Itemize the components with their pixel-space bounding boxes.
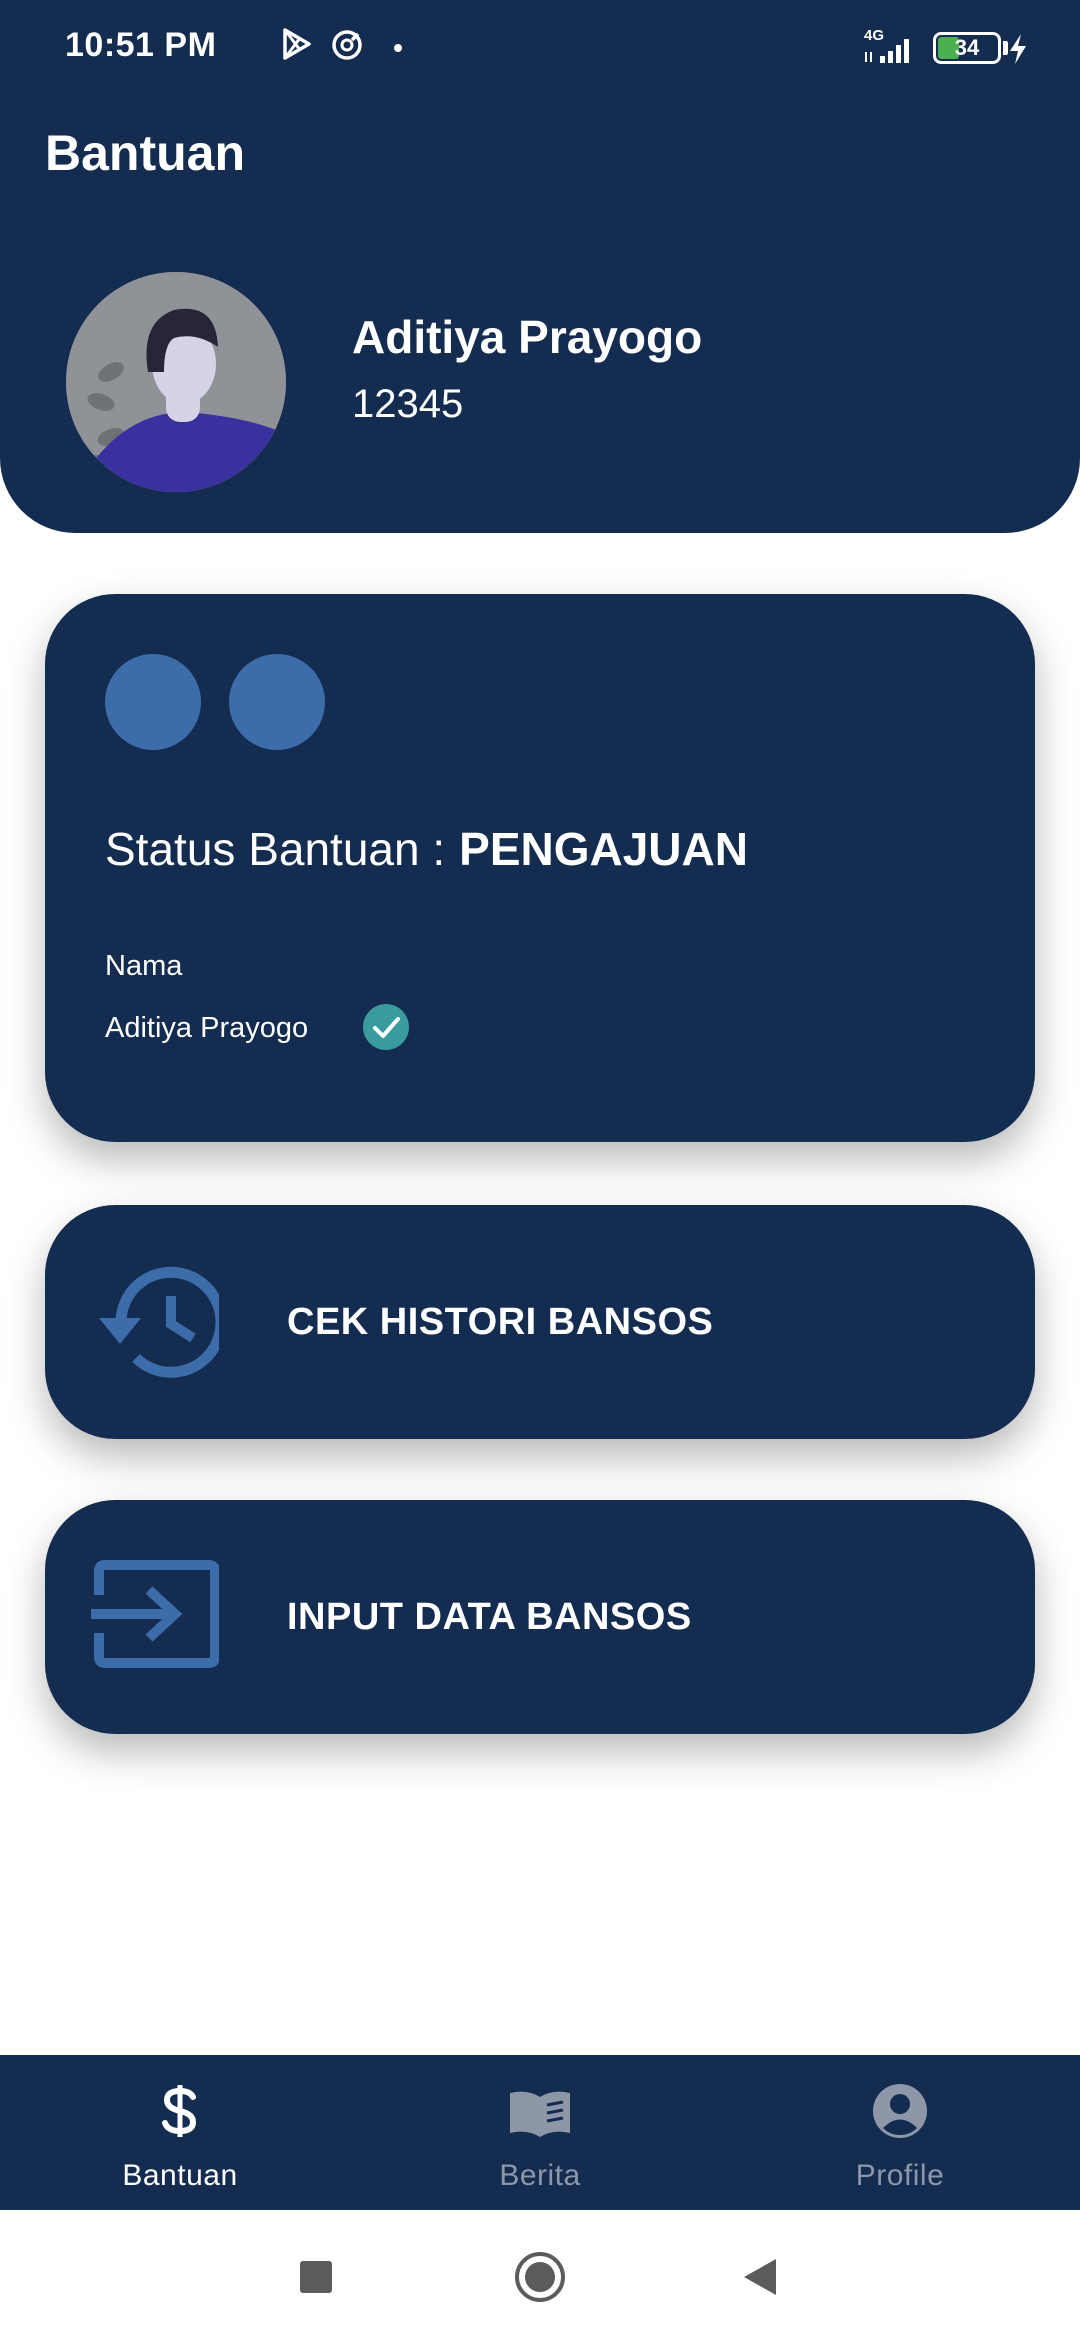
user-name: Aditiya Prayogo xyxy=(352,311,703,363)
status-time: 10:51 PM xyxy=(65,26,217,64)
recents-button[interactable] xyxy=(300,2261,332,2293)
nav-label-bantuan: Bantuan xyxy=(122,2159,238,2192)
avatar-illustration xyxy=(66,272,286,492)
back-button[interactable] xyxy=(742,2257,778,2297)
history-icon xyxy=(99,1266,219,1378)
system-nav-bar xyxy=(0,2210,1080,2340)
nav-item-berita[interactable]: Berita xyxy=(360,2055,720,2210)
status-bar: 10:51 PM 4G 34 xyxy=(0,0,1080,96)
input-data-label: INPUT DATA BANSOS xyxy=(287,1596,692,1638)
battery-level: 34 xyxy=(954,35,980,60)
book-icon xyxy=(510,2091,570,2137)
input-icon xyxy=(91,1560,219,1668)
indicator-dot xyxy=(105,654,201,750)
nav-label-berita: Berita xyxy=(499,2159,581,2192)
cek-histori-label: CEK HISTORI BANSOS xyxy=(287,1301,714,1343)
user-id: 12345 xyxy=(352,382,464,426)
nav-item-profile[interactable]: Profile xyxy=(720,2055,1080,2210)
account-circle-icon xyxy=(873,2084,927,2138)
status-card: Status Bantuan : PENGAJUAN Nama Aditiya P… xyxy=(45,594,1035,1142)
notification-dot-icon xyxy=(394,44,402,52)
status-value: PENGAJUAN xyxy=(459,823,748,875)
status-line: Status Bantuan : PENGAJUAN xyxy=(105,822,748,876)
dollar-icon xyxy=(162,2085,197,2137)
indicator-dot xyxy=(229,654,325,750)
avatar[interactable] xyxy=(66,272,286,492)
check-circle-icon xyxy=(363,1004,409,1050)
home-button[interactable] xyxy=(514,2251,566,2303)
header: 10:51 PM 4G 34 Bantuan Aditiya Prayogo 1… xyxy=(0,0,1080,533)
input-data-button[interactable]: INPUT DATA BANSOS xyxy=(45,1500,1035,1734)
page-title: Bantuan xyxy=(45,125,245,181)
charging-icon xyxy=(1010,34,1026,64)
nav-label-profile: Profile xyxy=(855,2159,945,2192)
nav-item-bantuan[interactable]: Bantuan xyxy=(0,2055,360,2210)
play-store-icon xyxy=(283,28,311,60)
cek-histori-button[interactable]: CEK HISTORI BANSOS xyxy=(45,1205,1035,1439)
name-value: Aditiya Prayogo xyxy=(105,1012,309,1044)
signal-icon xyxy=(865,39,909,63)
status-label: Status Bantuan : xyxy=(105,823,446,875)
bottom-nav: Bantuan Berita Profile xyxy=(0,2055,1080,2210)
battery-icon: 34 xyxy=(933,32,1001,64)
sync-icon xyxy=(332,30,362,60)
name-label: Nama xyxy=(105,950,183,982)
